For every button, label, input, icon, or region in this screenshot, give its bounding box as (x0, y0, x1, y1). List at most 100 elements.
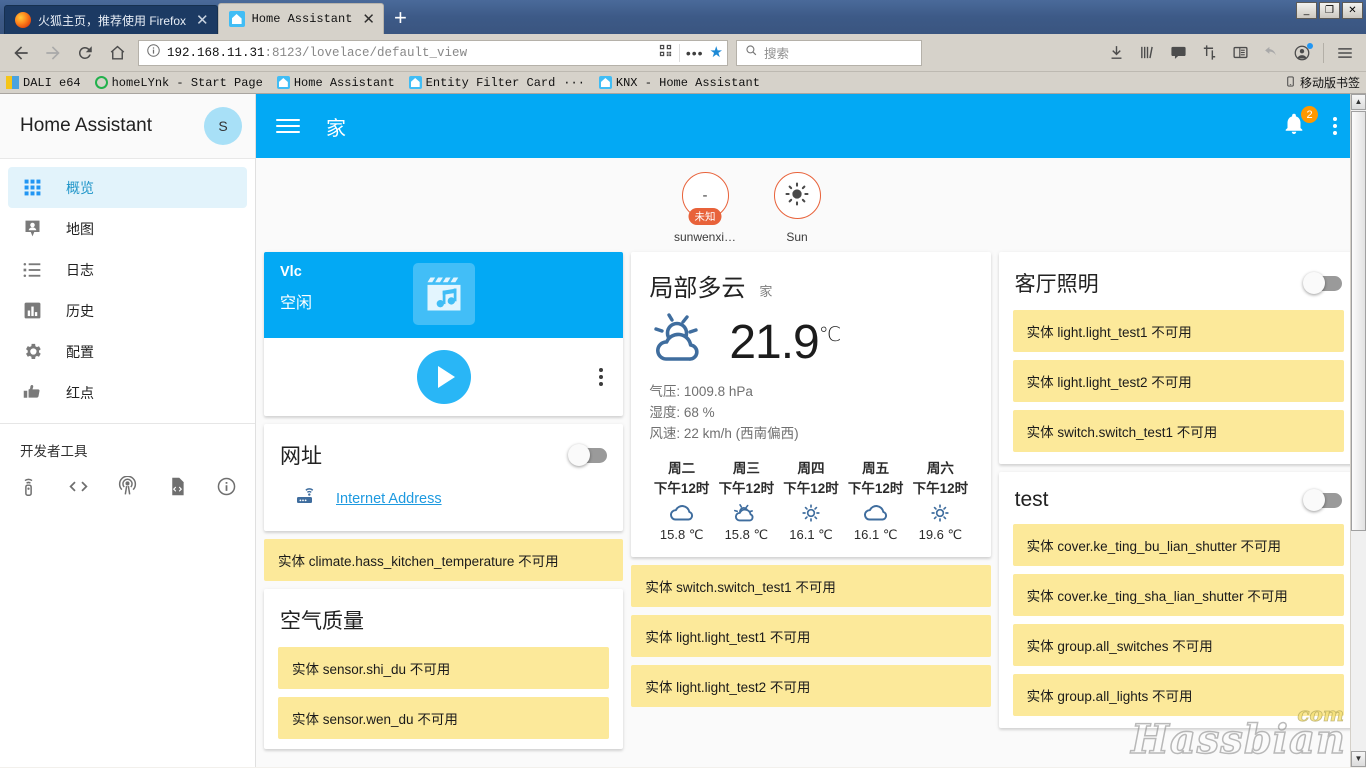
test-card-toggle[interactable] (1302, 488, 1342, 511)
switch-unavailable-alert: 实体 switch.switch_test1 不可用 (631, 564, 991, 607)
bookmark-knx-home-assistant[interactable]: KNX - Home Assistant (598, 76, 760, 90)
kebab-menu-icon[interactable] (1324, 117, 1346, 135)
scroll-up-arrow[interactable]: ▲ (1351, 94, 1366, 110)
sidebar-item-label: 红点 (66, 384, 94, 401)
tab-title: Home Assistant (251, 12, 353, 26)
forecast-time: 下午12时 (847, 480, 904, 496)
browser-title-bar: 火狐主页，推荐使用 Firefox ✕ Home Assistant ✕ + _… (0, 0, 1366, 34)
page-scrollbar[interactable]: ▲ ▼ (1350, 94, 1366, 767)
forecast-time: 下午12时 (718, 480, 775, 496)
card-title: 网址 (280, 445, 322, 468)
bookmark-entity-filter-card[interactable]: Entity Filter Card ··· (408, 76, 585, 90)
account-badge-dot (1307, 42, 1313, 49)
template-icon[interactable] (167, 476, 188, 502)
app-bar-actions: 2 (1282, 106, 1354, 140)
play-icon[interactable] (416, 350, 471, 404)
library-icon[interactable] (1132, 39, 1162, 67)
bookmark-overflow-icon[interactable]: ··· (563, 76, 585, 90)
remote-icon[interactable] (18, 476, 39, 502)
browser-tab-firefox-home[interactable]: 火狐主页，推荐使用 Firefox ✕ (4, 5, 218, 34)
badge-sunwenxi[interactable]: - 未知 sunwenxi… (668, 172, 742, 244)
badge-label: sunwenxi… (673, 230, 737, 244)
search-input[interactable]: 搜索 (764, 43, 789, 62)
browser-tab-home-assistant[interactable]: Home Assistant ✕ (217, 3, 384, 34)
living-room-light-toggle[interactable] (1302, 271, 1342, 294)
home-assistant-icon (228, 11, 245, 27)
undo-close-tab-icon[interactable] (1256, 39, 1286, 67)
air-quality-card: 空气质量 实体 sensor.shi_du 不可用 实体 sensor.wen_… (264, 589, 624, 749)
card-title: test (1014, 488, 1049, 511)
badges-row: - 未知 sunwenxi… Sun (256, 158, 1366, 252)
forecast-time: 下午12时 (653, 480, 710, 496)
tab-title: 火狐主页，推荐使用 Firefox (38, 13, 187, 28)
badge-sun[interactable]: Sun (760, 172, 834, 244)
sidebar-item-map[interactable]: 地图 (8, 208, 247, 249)
qr-code-icon[interactable] (658, 43, 673, 63)
divider (678, 43, 680, 62)
media-header: Vlc 空闲 (264, 252, 624, 338)
media-player-card: Vlc 空闲 (264, 252, 624, 416)
maximize-button[interactable]: ❐ (1319, 2, 1340, 19)
sidebar-item-overview[interactable]: 概览 (8, 167, 247, 208)
sidebar-item-label: 地图 (66, 220, 94, 237)
column-2: 局部多云 家 21.9℃ 气压: 1009.8 hPa 湿度: 68 % 风速:… (631, 252, 991, 707)
ha-sidebar: Home Assistant S 概览 地图 日志 历史 配置 红点 开发者工具 (0, 94, 256, 767)
weather-main: 21.9℃ (649, 309, 972, 376)
new-tab-button[interactable]: + (384, 7, 417, 34)
bookmark-dali-e64[interactable]: DALI e64 (6, 76, 81, 90)
notifications-button[interactable]: 2 (1282, 106, 1318, 140)
back-button[interactable] (6, 39, 36, 67)
developer-tools-row (0, 460, 255, 502)
temperature-unit: ℃ (818, 324, 842, 346)
page-actions-icon[interactable]: ••• (686, 46, 704, 60)
mobile-bookmarks-button[interactable]: 移动版书签 (1285, 74, 1360, 91)
sidebar-item-history[interactable]: 历史 (8, 290, 247, 331)
bookmark-star-icon[interactable]: ★ (710, 45, 723, 60)
bookmark-home-assistant[interactable]: Home Assistant (276, 76, 395, 90)
scrollbar-thumb[interactable] (1351, 111, 1366, 531)
code-icon[interactable] (68, 476, 89, 502)
info-icon[interactable] (216, 476, 237, 502)
list-icon (20, 258, 44, 282)
search-box[interactable]: 搜索 (736, 39, 922, 66)
menu-icon[interactable] (268, 106, 308, 146)
app-menu-icon[interactable] (1330, 39, 1360, 67)
chat-bubble-icon[interactable] (1163, 39, 1193, 67)
url-host: 192.168.11.31 (167, 45, 265, 60)
downloads-icon[interactable] (1101, 39, 1131, 67)
sidebar-item-logbook[interactable]: 日志 (8, 249, 247, 290)
broadcast-icon[interactable] (117, 475, 138, 502)
sidebar-item-configuration[interactable]: 配置 (8, 331, 247, 372)
weather-header: 局部多云 家 (649, 268, 972, 303)
bookmark-homelynk[interactable]: homeLYnk - Start Page (94, 76, 263, 90)
close-icon[interactable]: ✕ (196, 13, 209, 28)
entity-unavailable-alert: 实体 group.all_lights 不可用 (1012, 674, 1344, 716)
url-card-toggle[interactable] (568, 443, 608, 466)
reader-view-icon[interactable] (1225, 39, 1255, 67)
entity-unavailable-alert: 实体 cover.ke_ting_sha_lian_shutter 不可用 (1012, 574, 1344, 616)
close-icon[interactable]: ✕ (362, 12, 375, 27)
notification-badge: 2 (1301, 106, 1318, 123)
home-button[interactable] (102, 39, 132, 67)
close-button[interactable]: ✕ (1342, 2, 1363, 19)
cloudy-icon (649, 503, 714, 523)
minimize-button[interactable]: _ (1296, 2, 1317, 19)
entity-unavailable-alert: 实体 group.all_switches 不可用 (1012, 624, 1344, 666)
forward-button[interactable] (38, 39, 68, 67)
internet-address-link[interactable]: Internet Address (336, 491, 442, 507)
url-path: :8123/lovelace/default_view (264, 45, 468, 60)
kebab-menu-icon[interactable] (599, 368, 604, 386)
sidebar-item-reddot[interactable]: 红点 (8, 372, 247, 413)
address-bar[interactable]: 192.168.11.31:8123/lovelace/default_view… (138, 39, 728, 66)
account-icon[interactable] (1287, 39, 1317, 67)
avatar[interactable]: S (204, 107, 242, 145)
forecast-weekday: 周五 (862, 460, 890, 476)
forecast-temp: 16.1 ℃ (853, 526, 898, 542)
reload-button[interactable] (70, 39, 100, 67)
site-info-icon[interactable] (146, 43, 161, 63)
card-title: 客厅照明 (1014, 273, 1099, 296)
screenshot-crop-icon[interactable] (1194, 39, 1224, 67)
forecast-day: 周四 下午12时 16.1 ℃ (779, 457, 844, 543)
scroll-down-arrow[interactable]: ▼ (1351, 751, 1366, 767)
gear-icon (20, 340, 44, 364)
